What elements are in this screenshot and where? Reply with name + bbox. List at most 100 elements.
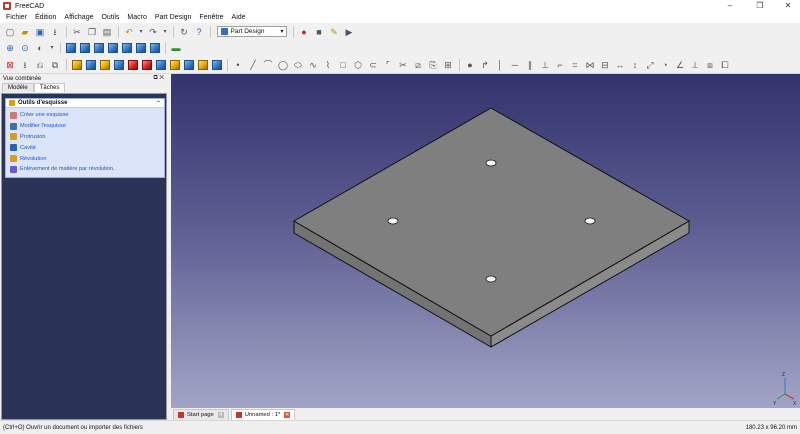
radius-constraint-icon[interactable]: ◔ (659, 59, 671, 71)
leave-sketch-icon[interactable]: ⭳ (19, 59, 31, 71)
angle-constraint-icon[interactable]: ∠ (674, 59, 686, 71)
undo-dropdown-icon[interactable]: ▾ (138, 26, 144, 38)
open-folder-icon[interactable]: ▰ (19, 26, 31, 38)
menu-outils[interactable]: Outils (97, 14, 123, 21)
draft-icon[interactable] (155, 59, 166, 70)
whats-this-icon[interactable]: ? (193, 26, 205, 38)
task-item[interactable]: Cavité (10, 142, 160, 153)
polyline-icon[interactable]: ⌇ (322, 59, 334, 71)
run-macro-icon[interactable]: ▶ (343, 26, 355, 38)
vertical-constraint-icon[interactable]: │ (494, 59, 506, 71)
distance-constraint-icon[interactable]: ⤢ (644, 59, 656, 71)
tab-unnamed[interactable]: Unnamed : 1* ✕ (230, 409, 296, 420)
arc-icon[interactable]: ⌒ (262, 59, 274, 71)
edit-macro-icon[interactable]: ✎ (328, 26, 340, 38)
create-sketch-icon[interactable]: ⊠ (4, 59, 16, 71)
line-icon[interactable]: ╱ (247, 59, 259, 71)
menu-fichier[interactable]: Fichier (2, 14, 31, 21)
save-as-icon[interactable]: ⭳ (49, 26, 61, 38)
lock-constraint-icon[interactable]: ⊟ (599, 59, 611, 71)
task-panel-header[interactable]: Outils d'esquisse ⌃ (6, 99, 164, 108)
task-item[interactable]: Révolution (10, 153, 160, 164)
parallel-constraint-icon[interactable]: ∥ (524, 59, 536, 71)
task-item[interactable]: Enlèvement de matière par révolution. (10, 164, 160, 175)
draw-style-dropdown-icon[interactable]: ▾ (49, 42, 55, 54)
slot-icon[interactable]: ⊂ (367, 59, 379, 71)
menu-edition[interactable]: Édition (31, 14, 60, 21)
point-icon[interactable]: • (232, 59, 244, 71)
menu-macro[interactable]: Macro (123, 14, 150, 21)
refresh-icon[interactable]: ↻ (178, 26, 190, 38)
horizontal-constraint-icon[interactable]: ─ (509, 59, 521, 71)
fit-selection-icon[interactable]: ⊙ (19, 42, 31, 54)
task-item[interactable]: Créer une esquisse (10, 110, 160, 121)
construction-mode-icon[interactable]: ⊞ (442, 59, 454, 71)
equal-constraint-icon[interactable]: = (569, 59, 581, 71)
mirrored-icon[interactable] (169, 59, 180, 70)
tab-start-page[interactable]: Start page ✕ (173, 409, 229, 420)
linear-pattern-icon[interactable] (183, 59, 194, 70)
fillet-sketch-icon[interactable]: ⌜ (382, 59, 394, 71)
point-on-object-icon[interactable]: ↱ (479, 59, 491, 71)
chamfer-icon[interactable] (141, 59, 152, 70)
symmetric-constraint-icon[interactable]: ⋈ (584, 59, 596, 71)
record-macro-icon[interactable]: ● (298, 26, 310, 38)
horizontal-distance-icon[interactable]: ↔ (614, 59, 626, 71)
draw-style-icon[interactable]: ◐ (34, 42, 46, 54)
groove-icon[interactable] (113, 59, 124, 70)
undo-icon[interactable]: ↶ (123, 26, 135, 38)
redo-dropdown-icon[interactable]: ▾ (162, 26, 168, 38)
fillet-icon[interactable] (127, 59, 138, 70)
fit-all-icon[interactable]: ⊕ (4, 42, 16, 54)
conic-icon[interactable]: ⬭ (292, 59, 304, 71)
redo-icon[interactable]: ↷ (147, 26, 159, 38)
vertical-distance-icon[interactable]: ↕ (629, 59, 641, 71)
tab-taches[interactable]: Tâches (33, 83, 66, 92)
3d-viewport[interactable]: Z X Y (171, 74, 800, 408)
internal-alignment-icon[interactable]: ⧈ (704, 59, 716, 71)
front-view-icon[interactable] (79, 43, 90, 53)
task-item[interactable]: Protrusion (10, 132, 160, 143)
right-view-icon[interactable] (107, 43, 118, 53)
toggle-constraint-icon[interactable]: ⧠ (719, 59, 731, 71)
map-sketch-icon[interactable]: ⧉ (49, 59, 61, 71)
rectangle-icon[interactable]: □ (337, 59, 349, 71)
revolution-icon[interactable] (99, 59, 110, 70)
pocket-icon[interactable] (85, 59, 96, 70)
circle-icon[interactable]: ◯ (277, 59, 289, 71)
copy-icon[interactable]: ❐ (86, 26, 98, 38)
bottom-view-icon[interactable] (135, 43, 146, 53)
stop-macro-icon[interactable]: ■ (313, 26, 325, 38)
close-tab-icon[interactable]: ✕ (284, 412, 291, 418)
tab-modele[interactable]: Modèle (2, 83, 34, 92)
isometric-view-icon[interactable] (65, 43, 76, 53)
left-view-icon[interactable] (149, 43, 160, 53)
bspline-icon[interactable]: ∿ (307, 59, 319, 71)
close-tab-icon[interactable]: ✕ (217, 412, 224, 418)
polar-pattern-icon[interactable] (197, 59, 208, 70)
rear-view-icon[interactable] (121, 43, 132, 53)
top-view-icon[interactable] (93, 43, 104, 53)
trim-icon[interactable]: ✂ (397, 59, 409, 71)
view-sketch-icon[interactable]: ⎌ (34, 59, 46, 71)
paste-icon[interactable]: ▤ (101, 26, 113, 38)
menu-aide[interactable]: Aide (228, 14, 250, 21)
cut-icon[interactable]: ✂ (71, 26, 83, 38)
menu-fenetre[interactable]: Fenêtre (195, 14, 227, 21)
new-document-icon[interactable]: ▢ (4, 26, 16, 38)
collapse-icon[interactable]: ⌃ (156, 100, 161, 107)
menu-part-design[interactable]: Part Design (151, 14, 196, 21)
multi-transform-icon[interactable] (211, 59, 222, 70)
minimize-button[interactable]: – (716, 0, 744, 12)
task-item[interactable]: Modifier l'esquisse (10, 121, 160, 132)
workbench-selector[interactable]: Part Design ▾ (216, 26, 287, 37)
snell-law-icon[interactable]: ⟂ (689, 59, 701, 71)
maximize-button[interactable]: ❐ (746, 0, 774, 12)
external-geometry-icon[interactable]: ⧄ (412, 59, 424, 71)
pad-icon[interactable] (71, 59, 82, 70)
save-icon[interactable]: ▣ (34, 26, 46, 38)
menu-affichage[interactable]: Affichage (60, 14, 97, 21)
tangent-constraint-icon[interactable]: ⌐ (554, 59, 566, 71)
carbon-copy-icon[interactable]: ⎘ (427, 59, 439, 71)
polygon-icon[interactable]: ⬡ (352, 59, 364, 71)
